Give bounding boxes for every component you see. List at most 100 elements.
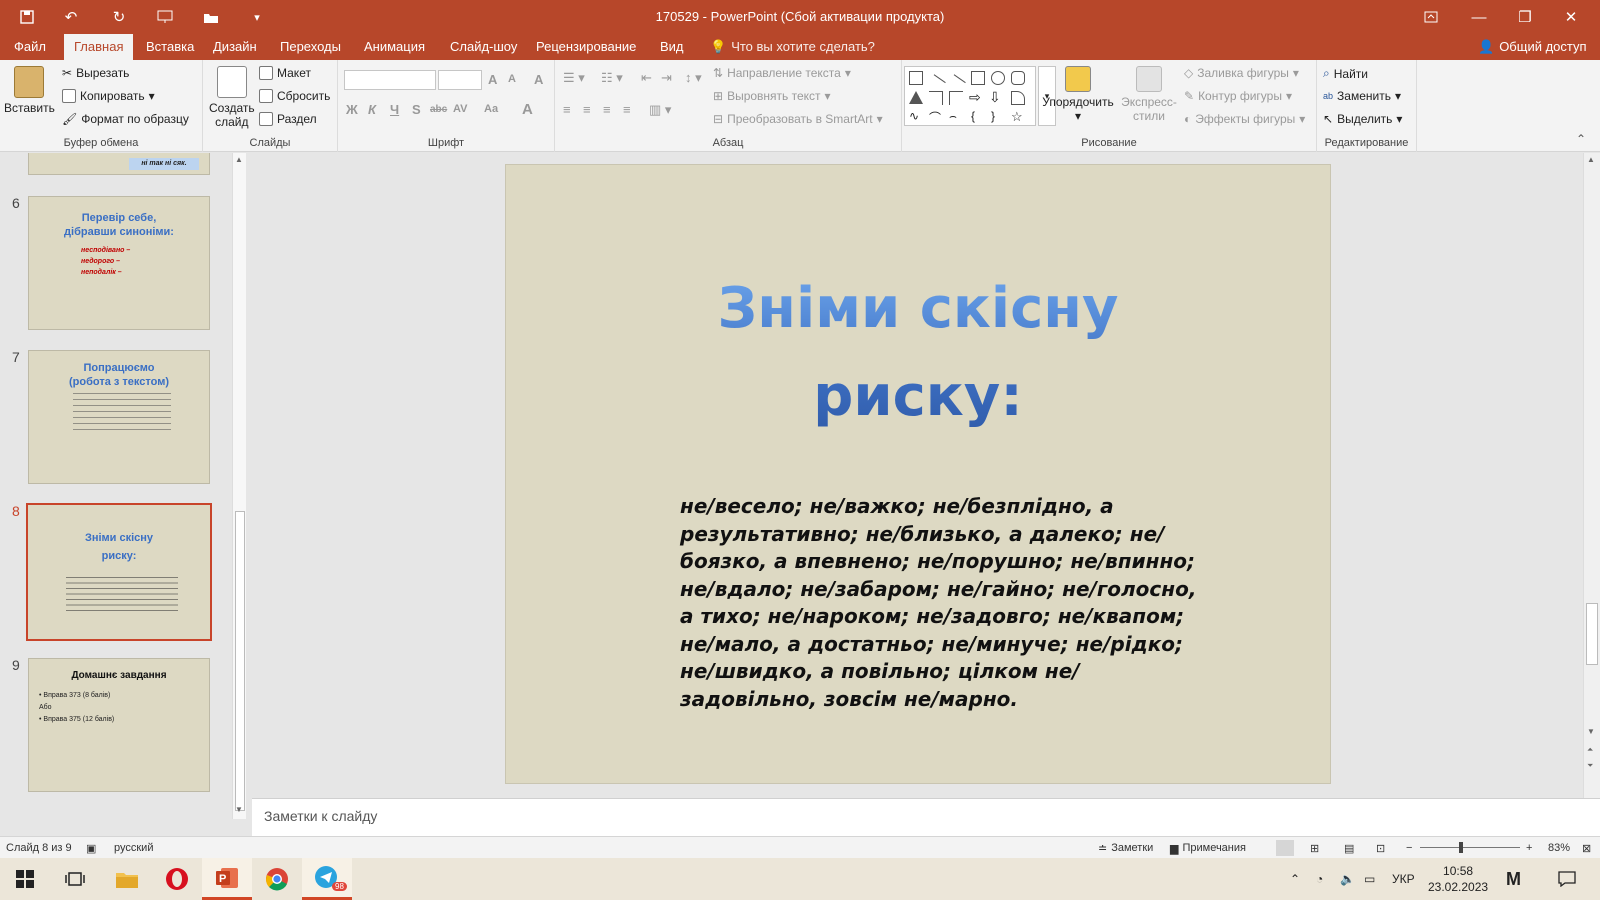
italic-button[interactable]: К <box>368 102 376 117</box>
align-center-icon[interactable]: ≡ <box>583 102 591 117</box>
slideshow-view-icon[interactable]: ⊡ <box>1376 842 1385 855</box>
copy-button[interactable]: Копировать ▾ <box>62 89 155 103</box>
zoom-out-icon[interactable]: − <box>1406 842 1412 854</box>
right-brace-shape-icon[interactable]: } <box>991 109 995 123</box>
select-button[interactable]: ↖ Выделить ▾ <box>1323 112 1402 126</box>
paste-button[interactable]: Вставить <box>4 66 55 115</box>
show-hidden-icons-icon[interactable]: ⌃ <box>1290 858 1300 900</box>
ribbon-display-options-icon[interactable] <box>1408 0 1454 34</box>
align-left-icon[interactable]: ≡ <box>563 102 571 117</box>
arc-shape-icon[interactable]: ⌒ <box>929 109 941 126</box>
telegram-icon[interactable]: 98 <box>302 858 352 900</box>
spellcheck-icon[interactable]: ▣ <box>86 842 96 855</box>
curve-shape-icon[interactable]: ⌢ <box>949 109 957 124</box>
next-slide-icon[interactable]: ⏷ <box>1587 761 1593 771</box>
connector-icon[interactable] <box>949 91 963 105</box>
right-arrow-shape-icon[interactable]: ⇨ <box>969 89 981 106</box>
zoom-slider[interactable] <box>1420 847 1520 848</box>
smartart-button[interactable]: ⊟ Преобразовать в SmartArt ▾ <box>713 112 883 126</box>
text-direction-button[interactable]: ⇅ Направление текста ▾ <box>713 66 851 80</box>
current-slide[interactable]: Зніми скісну риску: не/весело; не/важко;… <box>505 164 1331 784</box>
tab-view[interactable]: Вид <box>650 34 694 60</box>
grow-font-icon[interactable]: A <box>488 72 497 87</box>
language-indicator[interactable]: русский <box>114 842 153 854</box>
shape-effects-button[interactable]: ◐ Эффекты фигуры ▾ <box>1184 112 1305 126</box>
shape-fill-button[interactable]: ◇ Заливка фигуры ▾ <box>1184 66 1299 80</box>
slide-title[interactable]: Зніми скісну риску: <box>506 265 1330 441</box>
volume-icon[interactable]: 🔈 <box>1340 858 1355 900</box>
bold-button[interactable]: Ж <box>346 102 358 117</box>
opera-icon[interactable] <box>152 858 202 900</box>
scroll-down-icon[interactable]: ▼ <box>1587 727 1595 736</box>
align-right-icon[interactable]: ≡ <box>603 102 611 117</box>
freeform-shape-icon[interactable] <box>1011 91 1025 105</box>
slide-thumbnail-6[interactable]: Перевір себе, дібравши синоніми: несподі… <box>28 196 210 330</box>
scroll-up-icon[interactable]: ▲ <box>235 155 243 164</box>
powerpoint-taskbar-icon[interactable]: P <box>202 858 252 900</box>
elbow-connector-icon[interactable] <box>929 91 943 105</box>
zoom-in-icon[interactable]: + <box>1526 842 1532 854</box>
minimize-icon[interactable]: — <box>1456 0 1502 34</box>
task-view-icon[interactable] <box>50 858 100 900</box>
share-button[interactable]: 👤 Общий доступ <box>1468 34 1597 60</box>
rounded-rectangle-shape-icon[interactable] <box>1011 71 1025 85</box>
comments-toggle[interactable]: ▆ Примечания <box>1170 842 1246 855</box>
app-tray-icon[interactable]: M <box>1506 858 1521 900</box>
slide-thumbnail-7[interactable]: Попрацюємо (робота з текстом) <box>28 350 210 484</box>
font-color-button[interactable]: A <box>522 101 533 118</box>
notifications-icon[interactable] <box>1558 858 1576 900</box>
bullets-icon[interactable]: ☰ ▾ <box>563 70 585 86</box>
slide-thumbnail-5[interactable]: ні так ні сяк. <box>28 153 210 175</box>
tab-home[interactable]: Главная <box>64 34 134 60</box>
font-name-input[interactable] <box>344 70 436 90</box>
reading-view-icon[interactable]: ▤ <box>1344 842 1354 855</box>
wifi-icon[interactable]: ◔ <box>1316 858 1323 900</box>
scribble-shape-icon[interactable]: ∿ <box>909 109 919 123</box>
decrease-indent-icon[interactable]: ⇤ <box>641 70 652 86</box>
notes-pane[interactable]: Заметки к слайду <box>252 798 1600 836</box>
previous-slide-icon[interactable]: ⏶ <box>1587 745 1593 755</box>
restore-icon[interactable]: ❐ <box>1502 0 1548 34</box>
tell-me-box[interactable]: 💡 Что вы хотите сделать? <box>700 34 885 60</box>
tab-animations[interactable]: Анимация <box>354 34 435 60</box>
input-language[interactable]: УКР <box>1392 858 1415 900</box>
font-size-input[interactable] <box>438 70 482 90</box>
clock[interactable]: 10:58 23.02.2023 <box>1428 858 1488 900</box>
columns-icon[interactable]: ▥ ▾ <box>649 102 671 118</box>
down-arrow-shape-icon[interactable]: ⇩ <box>989 89 1001 106</box>
align-text-button[interactable]: ⊞ Выровнять текст ▾ <box>713 89 831 103</box>
shadow-button[interactable]: S <box>412 102 421 117</box>
tab-insert[interactable]: Вставка <box>136 34 204 60</box>
textbox-shape-icon[interactable] <box>909 71 923 85</box>
zoom-level[interactable]: 83% <box>1548 842 1570 854</box>
rectangle-shape-icon[interactable] <box>971 71 985 85</box>
justify-icon[interactable]: ≡ <box>623 102 631 117</box>
editor-scrollbar[interactable]: ▲ ▼ ⏶ ⏷ <box>1583 153 1600 798</box>
section-button[interactable]: Раздел <box>259 112 317 126</box>
thumbnail-scroll-thumb[interactable] <box>235 511 245 811</box>
star-shape-icon[interactable]: ☆ <box>1011 109 1023 125</box>
layout-button[interactable]: Макет <box>259 66 311 80</box>
replace-button[interactable]: ab Заменить ▾ <box>1323 89 1401 103</box>
shape-outline-button[interactable]: ✎ Контур фигуры ▾ <box>1184 89 1292 103</box>
tab-design[interactable]: Дизайн <box>203 34 267 60</box>
tab-file[interactable]: Файл <box>4 34 56 60</box>
chrome-icon[interactable] <box>252 858 302 900</box>
collapse-ribbon-icon[interactable]: ⌃ <box>1576 132 1586 146</box>
numbering-icon[interactable]: ☷ ▾ <box>601 70 623 86</box>
line-spacing-icon[interactable]: ↕ ▾ <box>685 70 702 86</box>
shrink-font-icon[interactable]: A <box>508 73 516 85</box>
reset-button[interactable]: Сбросить <box>259 89 330 103</box>
change-case-button[interactable]: Aa <box>484 103 498 115</box>
char-spacing-button[interactable]: AV <box>453 103 467 115</box>
zoom-slider-thumb[interactable] <box>1459 842 1463 853</box>
slide-thumbnail-8[interactable]: Зніми скісну риску: <box>26 503 212 641</box>
battery-icon[interactable]: ▭ <box>1364 858 1375 900</box>
close-icon[interactable]: ✕ <box>1548 0 1594 34</box>
find-button[interactable]: ⌕ Найти <box>1323 66 1368 81</box>
file-explorer-icon[interactable] <box>102 858 152 900</box>
quick-styles-button[interactable]: Экспресс- стили <box>1120 66 1178 123</box>
arrange-button[interactable]: Упорядочить ▾ <box>1040 66 1116 123</box>
underline-button[interactable]: Ч <box>390 102 399 117</box>
new-slide-button[interactable]: Создать слайд <box>209 66 255 129</box>
